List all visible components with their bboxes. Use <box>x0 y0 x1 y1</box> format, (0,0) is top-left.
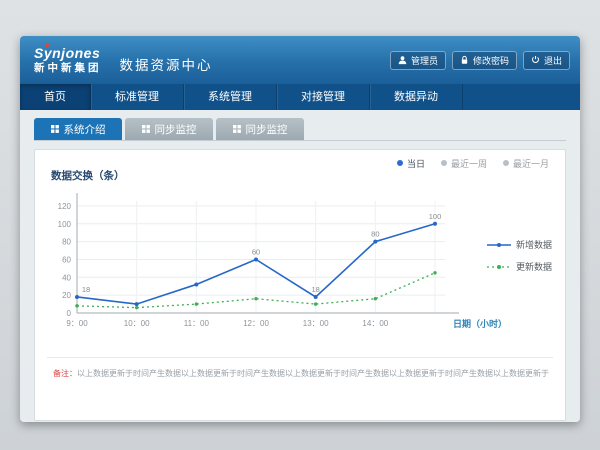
svg-text:80: 80 <box>371 230 379 239</box>
svg-text:14：00: 14：00 <box>362 319 388 328</box>
svg-text:更新数据: 更新数据 <box>516 261 552 272</box>
admin-button-label: 管理员 <box>411 54 438 67</box>
note-label: 备注： <box>53 369 77 378</box>
tab-label: 同步监控 <box>246 122 288 137</box>
svg-text:13：00: 13：00 <box>303 319 329 328</box>
desktop-background: Synjones 新中新集团 数据资源中心 管理员 修改密码 退出 <box>0 0 600 450</box>
tab-grid-icon <box>233 125 241 133</box>
nav-item-1[interactable]: 标准管理 <box>91 84 184 110</box>
logo-subtext: 新中新集团 <box>34 63 102 74</box>
tab-label: 系统介绍 <box>64 122 106 137</box>
nav-item-2[interactable]: 系统管理 <box>184 84 277 110</box>
nav-item-0[interactable]: 首页 <box>20 84 91 110</box>
svg-text:80: 80 <box>62 238 71 247</box>
svg-text:日期（小时）: 日期（小时） <box>453 318 507 329</box>
app-title: 数据资源中心 <box>120 46 213 74</box>
chart-panel: 当日 最近一周 最近一月 数据交换（条） 0 20 40 60 80 100 120 9：00 10… <box>34 149 566 421</box>
svg-text:18: 18 <box>82 285 90 294</box>
legend-filter-2[interactable]: 最近一月 <box>503 158 549 168</box>
content-area: 系统介绍 同步监控 同步监控 当日 最近一周 最近一月 数据交换（条） 0 20 40 60 8… <box>20 110 580 422</box>
tab-grid-icon <box>142 125 150 133</box>
change-password-button-label: 修改密码 <box>473 54 509 67</box>
svg-text:11：00: 11：00 <box>184 319 210 328</box>
svg-text:9：00: 9：00 <box>66 319 88 328</box>
legend-filter-1[interactable]: 最近一周 <box>441 158 487 168</box>
user-icon <box>398 55 407 65</box>
change-password-button[interactable]: 修改密码 <box>452 51 517 70</box>
svg-text:60: 60 <box>252 247 260 256</box>
tab-label: 同步监控 <box>155 122 197 137</box>
tab-0[interactable]: 系统介绍 <box>34 118 122 140</box>
svg-text:12：00: 12：00 <box>243 319 269 328</box>
svg-text:10：00: 10：00 <box>124 319 150 328</box>
nav-item-4[interactable]: 数据异动 <box>370 84 463 110</box>
svg-text:40: 40 <box>62 273 71 282</box>
logout-icon <box>531 55 540 65</box>
logout-button-label: 退出 <box>544 54 562 67</box>
app-window: Synjones 新中新集团 数据资源中心 管理员 修改密码 退出 <box>20 36 580 422</box>
lock-icon <box>460 55 469 65</box>
legend-filter-0[interactable]: 当日 <box>397 158 425 168</box>
svg-text:20: 20 <box>62 291 71 300</box>
svg-text:100: 100 <box>58 220 72 229</box>
legend-dot-icon <box>503 160 509 166</box>
chart-filter-legend: 当日 最近一周 最近一月 <box>35 150 565 168</box>
logo-text: Synjones <box>34 46 100 61</box>
legend-dot-icon <box>397 160 403 166</box>
app-header: Synjones 新中新集团 数据资源中心 管理员 修改密码 退出 <box>20 36 580 84</box>
admin-button[interactable]: 管理员 <box>390 51 446 70</box>
tab-2[interactable]: 同步监控 <box>216 118 304 140</box>
svg-text:120: 120 <box>58 202 72 211</box>
svg-text:100: 100 <box>429 212 442 221</box>
main-nav: 首页标准管理系统管理对接管理数据异动 <box>20 84 580 110</box>
legend-filter-label: 最近一周 <box>451 157 487 170</box>
logout-button[interactable]: 退出 <box>523 51 570 70</box>
svg-text:18: 18 <box>311 285 319 294</box>
chart-note: 备注：以上数据更新于时间产生数据以上数据更新于时间产生数据以上数据更新于时间产生… <box>47 357 553 379</box>
svg-text:0: 0 <box>67 309 72 318</box>
svg-text:新增数据: 新增数据 <box>516 239 552 250</box>
tab-1[interactable]: 同步监控 <box>125 118 213 140</box>
note-text: 以上数据更新于时间产生数据以上数据更新于时间产生数据以上数据更新于时间产生数据以… <box>77 369 549 378</box>
nav-item-3[interactable]: 对接管理 <box>277 84 370 110</box>
line-chart: 0 20 40 60 80 100 120 9：00 10：00 11：00 12：00 13：00 1… <box>35 187 563 347</box>
legend-filter-label: 当日 <box>407 157 425 170</box>
tab-grid-icon <box>51 125 59 133</box>
y-axis-title: 数据交换（条） <box>35 168 565 187</box>
user-actions: 管理员 修改密码 退出 <box>390 51 570 70</box>
tab-bar: 系统介绍 同步监控 同步监控 <box>34 118 566 141</box>
svg-text:60: 60 <box>62 255 71 264</box>
legend-filter-label: 最近一月 <box>513 157 549 170</box>
legend-dot-icon <box>441 160 447 166</box>
company-logo: Synjones 新中新集团 <box>34 46 102 74</box>
